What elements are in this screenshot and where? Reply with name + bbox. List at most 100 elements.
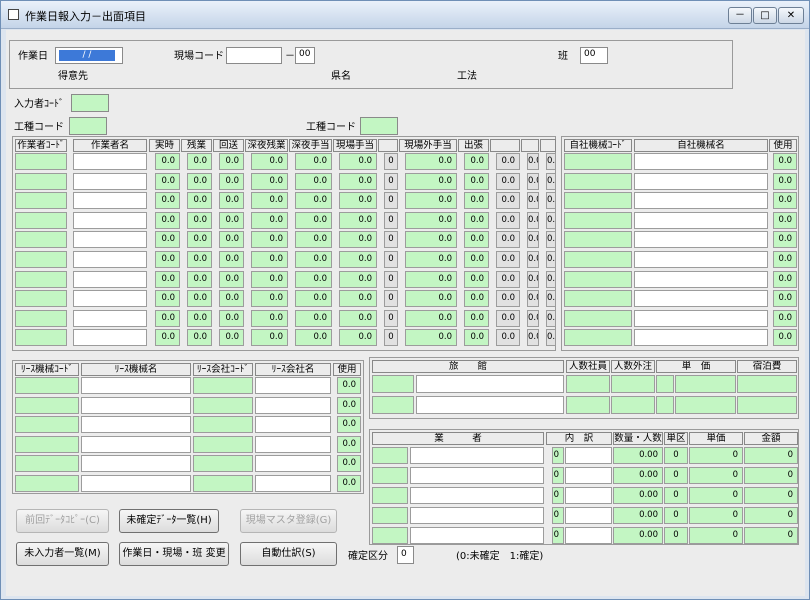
gyosha-row-3-cell-7[interactable]: 0 [744,507,798,524]
gyosha-row-1-cell-5[interactable]: 0 [664,467,688,484]
han-field[interactable]: 00 [580,47,608,64]
worker-row-7-cell-8[interactable]: 0 [384,290,398,308]
worker-row-3-cell-10[interactable]: 0.0 [464,211,489,229]
worker-row-4-cell-8[interactable]: 0 [384,231,398,249]
ryokan-row-1-cell-6[interactable] [737,396,797,414]
lease-row-1-cell-4[interactable]: 0.0 [337,396,361,414]
ryokan-row-0-cell-4[interactable] [656,375,674,393]
lease-row-0-cell-1[interactable] [81,377,191,394]
worker-row-3-cell-11[interactable]: 0.0 [496,211,520,229]
gyosha-row-1-cell-6[interactable]: 0 [689,467,743,484]
lease-row-5-cell-2[interactable] [193,475,253,492]
worker-row-0-cell-11[interactable]: 0.0 [496,153,520,170]
lease-row-3-cell-4[interactable]: 0.0 [337,435,361,453]
worker-row-0-cell-10[interactable]: 0.0 [464,153,489,170]
worker-row-1-cell-8[interactable]: 0 [384,172,398,190]
gyosha-row-4-cell-5[interactable]: 0 [664,527,688,544]
worker-row-2-cell-8[interactable]: 0 [384,192,398,210]
worker-row-3-cell-7[interactable]: 0.0 [339,211,377,229]
not-entered-list-button[interactable]: 未入力者一覧(M) [16,542,109,566]
own-machine-row-7-cell-0[interactable] [564,290,632,308]
gyosha-row-2-cell-3[interactable] [565,487,612,504]
gyosha-row-4-cell-2[interactable]: 0 [552,527,564,544]
own-machine-row-9-cell-1[interactable] [634,329,768,347]
work-date-field[interactable]: / / [55,47,123,64]
lease-row-4-cell-2[interactable] [193,455,253,473]
gyosha-row-4-cell-4[interactable]: 0.00 [613,527,663,544]
worker-row-6-cell-9[interactable]: 0.0 [405,270,457,288]
worker-row-4-cell-1[interactable] [73,231,147,249]
own-machine-row-9-cell-0[interactable] [564,329,632,347]
lease-row-4-cell-3[interactable] [255,455,331,473]
worker-row-7-cell-6[interactable]: 0.0 [295,290,332,308]
gyosha-row-3-cell-4[interactable]: 0.00 [613,507,663,524]
worker-row-5-cell-0[interactable] [15,251,67,268]
worker-row-5-cell-6[interactable]: 0.0 [295,251,332,268]
worker-row-7-cell-1[interactable] [73,290,147,308]
worker-row-9-cell-10[interactable]: 0.0 [464,329,489,347]
gyosha-row-2-cell-0[interactable] [372,487,408,504]
worker-row-2-cell-3[interactable]: 0.0 [187,192,212,210]
own-machine-row-2-cell-2[interactable]: 0.0 [773,192,797,210]
worker-row-2-cell-6[interactable]: 0.0 [295,192,332,210]
own-machine-row-4-cell-2[interactable]: 0.0 [773,231,797,249]
worker-row-3-cell-8[interactable]: 0 [384,211,398,229]
worker-row-4-cell-3[interactable]: 0.0 [187,231,212,249]
koushu-code-field[interactable] [69,117,107,135]
gyosha-row-3-cell-1[interactable] [410,507,544,524]
worker-row-4-cell-12[interactable]: 0.0 [527,231,539,249]
worker-row-6-cell-7[interactable]: 0.0 [339,270,377,288]
worker-row-0-cell-4[interactable]: 0.0 [219,153,244,170]
lease-row-1-cell-2[interactable] [193,396,253,414]
gyosha-row-2-cell-7[interactable]: 0 [744,487,798,504]
worker-row-0-cell-13[interactable]: 0.0 [546,153,556,170]
worker-row-3-cell-0[interactable] [15,211,67,229]
gyosha-row-1-cell-7[interactable]: 0 [744,467,798,484]
gyosha-row-4-cell-6[interactable]: 0 [689,527,743,544]
worker-row-0-cell-6[interactable]: 0.0 [295,153,332,170]
ryokan-row-1-cell-0[interactable] [372,396,414,414]
worker-row-7-cell-0[interactable] [15,290,67,308]
own-machine-row-6-cell-0[interactable] [564,270,632,288]
worker-row-6-cell-4[interactable]: 0.0 [219,270,244,288]
own-machine-row-3-cell-1[interactable] [634,211,768,229]
genba-sub-field[interactable]: 00 [295,47,315,64]
worker-row-8-cell-8[interactable]: 0 [384,309,398,327]
worker-row-6-cell-1[interactable] [73,270,147,288]
lease-row-1-cell-0[interactable] [15,396,79,414]
worker-row-1-cell-5[interactable]: 0.0 [251,172,288,190]
worker-row-5-cell-3[interactable]: 0.0 [187,251,212,268]
worker-row-1-cell-4[interactable]: 0.0 [219,172,244,190]
worker-row-7-cell-7[interactable]: 0.0 [339,290,377,308]
worker-row-9-cell-1[interactable] [73,329,147,347]
worker-row-4-cell-10[interactable]: 0.0 [464,231,489,249]
worker-row-6-cell-8[interactable]: 0 [384,270,398,288]
genba-master-register-button[interactable]: 現場マスタ登録(G) [240,509,337,533]
worker-row-8-cell-11[interactable]: 0.0 [496,309,520,327]
worker-row-6-cell-12[interactable]: 0.0 [527,270,539,288]
gyosha-row-1-cell-3[interactable] [565,467,612,484]
prev-data-copy-button[interactable]: 前回ﾃﾞｰﾀｺﾋﾟｰ(C) [16,509,109,533]
worker-row-6-cell-11[interactable]: 0.0 [496,270,520,288]
worker-row-6-cell-6[interactable]: 0.0 [295,270,332,288]
own-machine-row-3-cell-0[interactable] [564,211,632,229]
worker-row-3-cell-9[interactable]: 0.0 [405,211,457,229]
gyosha-row-4-cell-1[interactable] [410,527,544,544]
worker-row-7-cell-10[interactable]: 0.0 [464,290,489,308]
own-machine-row-6-cell-1[interactable] [634,270,768,288]
worker-row-8-cell-1[interactable] [73,309,147,327]
worker-row-3-cell-1[interactable] [73,211,147,229]
own-machine-row-7-cell-1[interactable] [634,290,768,308]
lease-row-3-cell-3[interactable] [255,435,331,453]
worker-row-4-cell-2[interactable]: 0.0 [155,231,180,249]
lease-row-2-cell-4[interactable]: 0.0 [337,416,361,434]
own-machine-row-9-cell-2[interactable]: 0.0 [773,329,797,347]
own-machine-row-2-cell-0[interactable] [564,192,632,210]
worker-row-1-cell-3[interactable]: 0.0 [187,172,212,190]
lease-row-2-cell-2[interactable] [193,416,253,434]
worker-row-1-cell-10[interactable]: 0.0 [464,172,489,190]
own-machine-row-0-cell-1[interactable] [634,153,768,170]
gyosha-row-0-cell-6[interactable]: 0 [689,447,743,464]
worker-row-9-cell-3[interactable]: 0.0 [187,329,212,347]
worker-row-7-cell-9[interactable]: 0.0 [405,290,457,308]
